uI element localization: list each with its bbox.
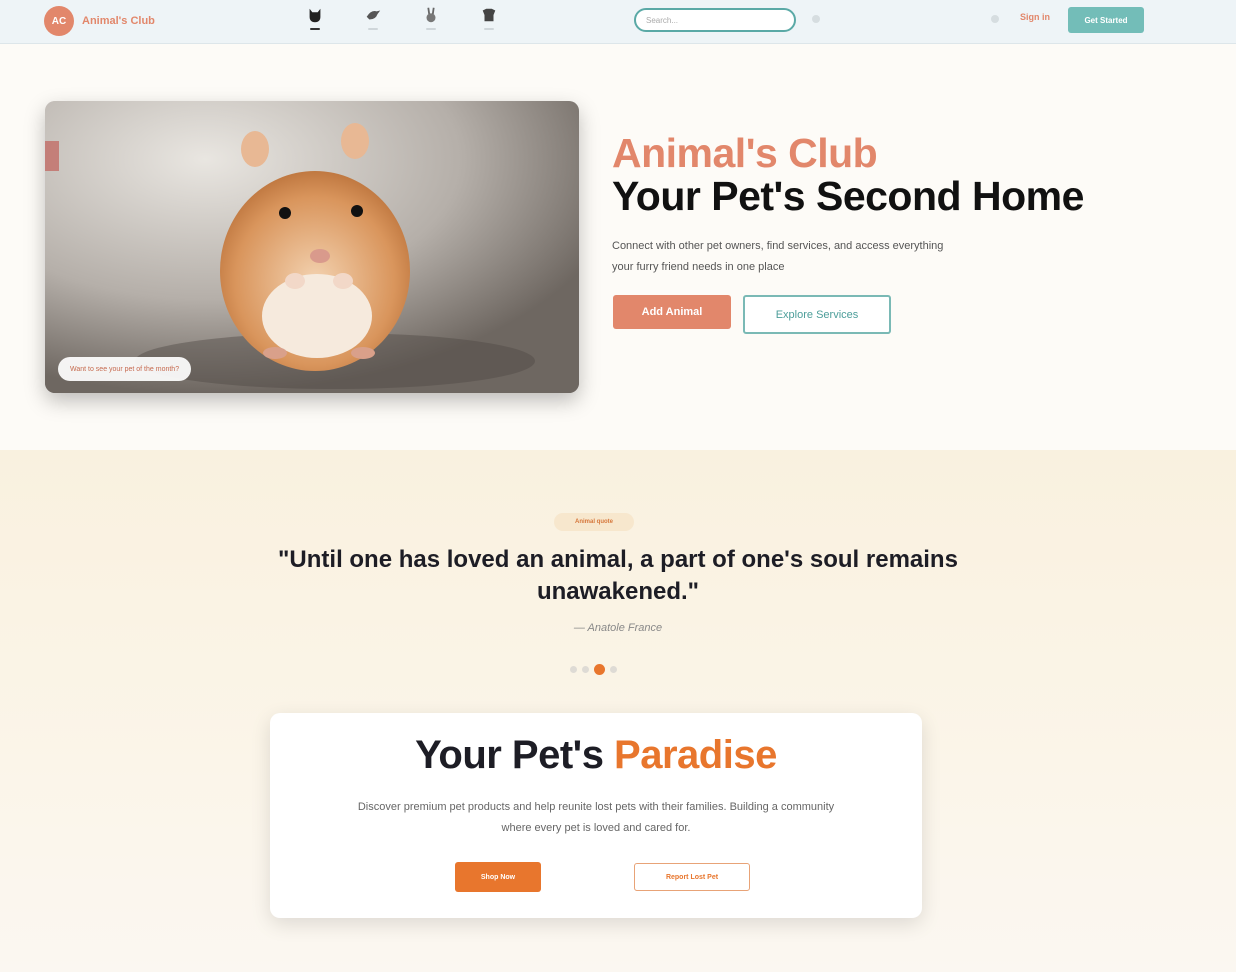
top-navbar: AC Animal's Club Sign in Get Started: [0, 0, 1236, 44]
search-input[interactable]: [634, 8, 796, 32]
hero-image-caption[interactable]: Want to see your pet of the month?: [58, 357, 192, 381]
nav-bird-button[interactable]: [358, 6, 388, 38]
paradise-description: Discover premium pet products and help r…: [357, 801, 835, 834]
nav-bird-underline: [368, 28, 378, 30]
quote-text: "Until one has loved an animal, a part o…: [278, 546, 958, 605]
hero-title: Animal's Club: [612, 130, 878, 176]
nav-dog-underline: [484, 28, 494, 30]
nav-cat-button[interactable]: [300, 6, 330, 38]
nav-cat-underline: [310, 28, 320, 30]
explore-services-button[interactable]: Explore Services: [743, 295, 891, 334]
quote-carousel-dots: [570, 664, 617, 675]
filter-icon[interactable]: [812, 15, 820, 23]
hamster-illustration: [45, 101, 579, 393]
logo-badge: AC: [44, 6, 74, 36]
paradise-title-main: Your Pet's: [415, 733, 615, 777]
paradise-title: Your Pet's Paradise: [270, 733, 922, 778]
paradise-title-accent: Paradise: [614, 733, 777, 777]
quote-tag: Animal quote: [554, 513, 634, 531]
hero-subtitle: Your Pet's Second Home: [612, 173, 1084, 219]
nav-icon-bar: [300, 6, 504, 38]
carousel-dot-1[interactable]: [570, 666, 577, 673]
signin-link[interactable]: Sign in: [1020, 12, 1050, 22]
hero-hamster-image: [45, 101, 579, 393]
carousel-dot-4[interactable]: [610, 666, 617, 673]
nav-rabbit-underline: [426, 28, 436, 30]
logo[interactable]: AC Animal's Club: [44, 6, 155, 36]
nav-rabbit-button[interactable]: [416, 6, 446, 38]
hero-description: Connect with other pet owners, find serv…: [612, 240, 944, 273]
notification-icon[interactable]: [991, 15, 999, 23]
add-animal-button[interactable]: Add Animal: [613, 295, 731, 329]
logo-text: Animal's Club: [82, 15, 155, 27]
report-lost-pet-button[interactable]: Report Lost Pet: [634, 863, 750, 891]
carousel-dot-3[interactable]: [594, 664, 605, 675]
nav-dog-button[interactable]: [474, 6, 504, 38]
dog-icon: [482, 8, 496, 22]
quote-author: — Anatole France: [573, 622, 663, 634]
cat-icon: [309, 8, 321, 23]
rabbit-icon: [426, 7, 436, 23]
shop-now-button[interactable]: Shop Now: [455, 862, 541, 892]
bird-icon: [366, 10, 381, 20]
carousel-dot-2[interactable]: [582, 666, 589, 673]
get-started-button[interactable]: Get Started: [1068, 7, 1144, 33]
